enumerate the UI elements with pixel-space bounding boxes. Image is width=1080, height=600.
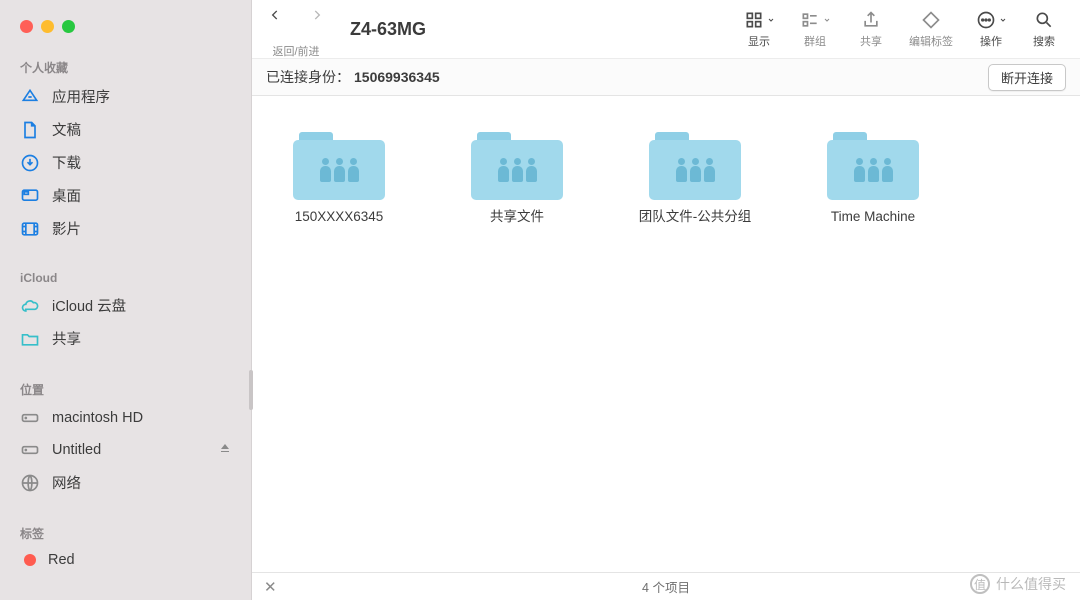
apps-icon <box>20 87 40 107</box>
folder-item[interactable]: 150XXXX6345 <box>274 132 404 226</box>
sidebar: 个人收藏 应用程序 文稿 下载 桌面 影片 iCloud iCloud 云盘 共… <box>0 0 252 600</box>
watermark-logo-icon: 值 <box>970 574 990 594</box>
search-button[interactable]: 搜索 <box>1022 10 1066 49</box>
toolbar-label: 显示 <box>748 33 770 49</box>
sidebar-item-apps[interactable]: 应用程序 <box>0 80 251 113</box>
shared-folder-icon <box>471 132 563 200</box>
watermark: 值 什么值得买 <box>970 574 1066 594</box>
minimize-icon[interactable] <box>41 20 54 33</box>
sidebar-item-label: 网络 <box>52 472 81 493</box>
sidebar-resize-handle[interactable] <box>249 370 253 410</box>
fullscreen-icon[interactable] <box>62 20 75 33</box>
connection-prefix: 已连接身份： <box>266 67 350 87</box>
view-mode-button[interactable]: 显示 <box>734 10 784 49</box>
folder-item[interactable]: Time Machine <box>808 132 938 226</box>
window-title: Z4-63MG <box>350 19 728 40</box>
watermark-text: 什么值得买 <box>996 574 1066 594</box>
folder-grid: 150XXXX6345 共享文件 团队文件-公共分组 Time Machine <box>252 96 1080 572</box>
cloud-icon <box>20 296 40 316</box>
shared-folder-icon <box>20 329 40 349</box>
hdd-icon <box>20 408 40 428</box>
sidebar-item-tag-red[interactable]: Red <box>0 546 251 574</box>
sidebar-item-untitled[interactable]: Untitled <box>0 434 251 466</box>
toolbar-label: 共享 <box>860 33 882 49</box>
status-bar: ✕ 4 个项目 值 什么值得买 <box>252 572 1080 600</box>
sidebar-item-label: 应用程序 <box>52 86 110 107</box>
shared-folder-icon <box>293 132 385 200</box>
connection-bar: 已连接身份： 15069936345 断开连接 <box>252 58 1080 96</box>
sidebar-item-label: iCloud 云盘 <box>52 295 126 316</box>
doc-icon <box>20 120 40 140</box>
group-button[interactable]: 群组 <box>790 10 840 49</box>
action-button[interactable]: 操作 <box>966 10 1016 49</box>
sidebar-item-movies[interactable]: 影片 <box>0 212 251 245</box>
sidebar-item-documents[interactable]: 文稿 <box>0 113 251 146</box>
sidebar-item-label: 桌面 <box>52 185 81 206</box>
sidebar-item-label: 影片 <box>52 218 81 239</box>
disconnect-button[interactable]: 断开连接 <box>988 64 1066 91</box>
folder-name: 团队文件-公共分组 <box>639 208 752 226</box>
toolbar-label: 搜索 <box>1033 33 1055 49</box>
toolbar: 返回/前进 Z4-63MG 显示 群组 共享 编辑标签 <box>252 0 1080 58</box>
sidebar-item-shared[interactable]: 共享 <box>0 322 251 355</box>
item-count: 4 个项目 <box>642 577 690 596</box>
main-pane: 返回/前进 Z4-63MG 显示 群组 共享 编辑标签 <box>252 0 1080 600</box>
shared-folder-icon <box>827 132 919 200</box>
sidebar-item-downloads[interactable]: 下载 <box>0 146 251 179</box>
folder-name: 共享文件 <box>490 208 544 226</box>
sidebar-item-label: 文稿 <box>52 119 81 140</box>
toolbar-label: 群组 <box>804 33 826 49</box>
sidebar-section-locations: 位置 <box>0 373 251 402</box>
window-controls <box>0 20 251 33</box>
sidebar-section-icloud: iCloud <box>0 263 251 289</box>
connection-identity: 15069936345 <box>354 69 440 85</box>
sidebar-item-macintosh-hd[interactable]: macintosh HD <box>0 402 251 434</box>
desktop-icon <box>20 186 40 206</box>
nav-label: 返回/前进 <box>272 43 319 59</box>
sidebar-section-tags: 标签 <box>0 517 251 546</box>
sidebar-item-network[interactable]: 网络 <box>0 466 251 499</box>
path-bar-close-icon[interactable]: ✕ <box>264 578 277 596</box>
folder-item[interactable]: 团队文件-公共分组 <box>630 132 760 226</box>
folder-item[interactable]: 共享文件 <box>452 132 582 226</box>
globe-icon <box>20 473 40 493</box>
download-icon <box>20 153 40 173</box>
sidebar-item-icloud-drive[interactable]: iCloud 云盘 <box>0 289 251 322</box>
hdd-icon <box>20 440 40 460</box>
sidebar-item-label: Red <box>48 552 75 568</box>
sidebar-item-label: macintosh HD <box>52 410 143 426</box>
edit-tags-button[interactable]: 编辑标签 <box>902 10 960 49</box>
folder-name: Time Machine <box>831 208 915 226</box>
share-button[interactable]: 共享 <box>846 10 896 49</box>
forward-button[interactable] <box>305 0 329 42</box>
eject-icon[interactable] <box>219 442 231 458</box>
folder-name: 150XXXX6345 <box>295 208 384 226</box>
back-button[interactable] <box>263 0 287 42</box>
movie-icon <box>20 219 40 239</box>
sidebar-item-desktop[interactable]: 桌面 <box>0 179 251 212</box>
tag-red-icon <box>24 554 36 566</box>
shared-folder-icon <box>649 132 741 200</box>
close-icon[interactable] <box>20 20 33 33</box>
sidebar-section-favourites: 个人收藏 <box>0 51 251 80</box>
sidebar-item-label: 共享 <box>52 328 81 349</box>
sidebar-item-label: 下载 <box>52 152 81 173</box>
sidebar-item-label: Untitled <box>52 442 101 458</box>
toolbar-label: 编辑标签 <box>909 33 953 49</box>
toolbar-label: 操作 <box>980 33 1002 49</box>
